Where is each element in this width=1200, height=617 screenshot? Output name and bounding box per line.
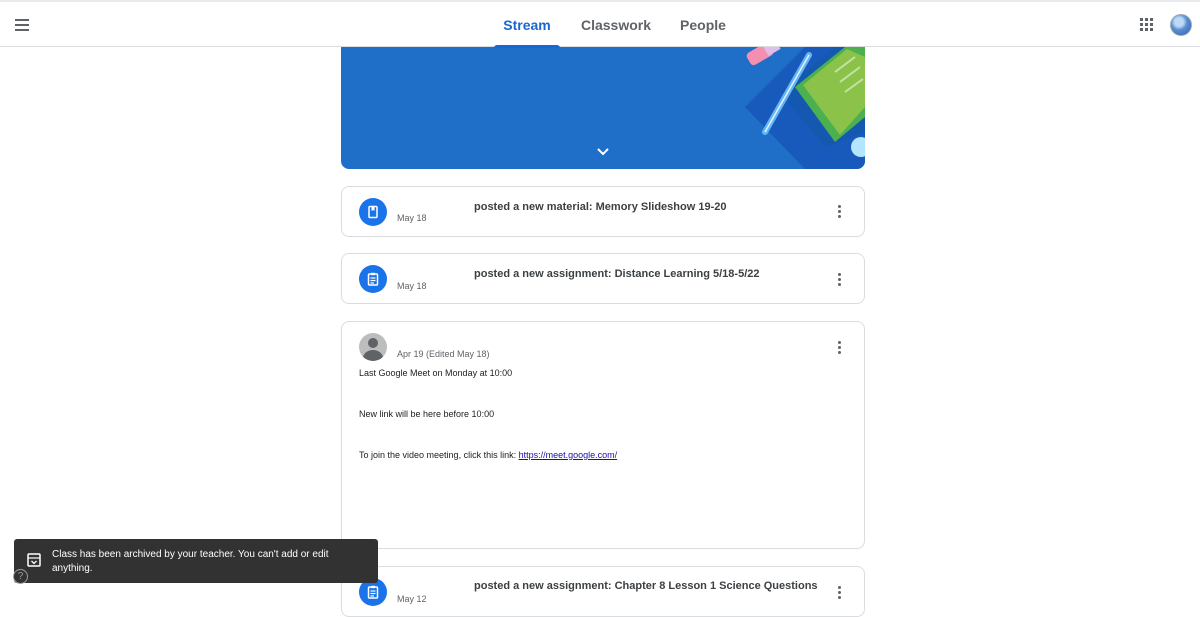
banner-illustration xyxy=(745,47,865,169)
account-avatar[interactable] xyxy=(1170,14,1192,36)
stream-item-date: May 18 xyxy=(397,213,427,223)
material-book-icon xyxy=(359,198,387,226)
snackbar-message: Class has been archived by your teacher.… xyxy=(52,549,329,574)
top-app-bar: Stream Classwork People xyxy=(0,0,1200,48)
more-options-icon[interactable] xyxy=(837,273,843,287)
post-link-prefix: To join the video meeting, click this li… xyxy=(359,450,519,460)
meet-link[interactable]: https://meet.google.com/ xyxy=(519,450,618,460)
stream-item[interactable]: posted a new material: Memory Slideshow … xyxy=(341,186,865,237)
help-icon[interactable]: ? xyxy=(13,569,28,584)
post-text: To join the video meeting, click this li… xyxy=(359,450,617,460)
more-options-icon[interactable] xyxy=(837,586,843,600)
archive-icon xyxy=(27,553,41,567)
google-apps-grid-icon[interactable] xyxy=(1140,18,1154,32)
stream-item-date: May 18 xyxy=(397,281,427,291)
assignment-clipboard-icon xyxy=(359,265,387,293)
post-text: Last Google Meet on Monday at 10:00 xyxy=(359,368,513,378)
stream-item-date: May 12 xyxy=(397,594,427,604)
stream-item-title[interactable]: posted a new material: Memory Slideshow … xyxy=(474,201,726,213)
announcement-post: Apr 19 (Edited May 18) Last Google Meet … xyxy=(341,321,865,549)
more-options-icon[interactable] xyxy=(837,341,843,355)
chevron-down-icon[interactable] xyxy=(592,144,614,160)
post-text: New link will be here before 10:00 xyxy=(359,409,495,419)
more-options-icon[interactable] xyxy=(837,205,843,219)
class-banner xyxy=(341,47,865,169)
tab-classwork[interactable]: Classwork xyxy=(575,2,657,47)
tab-people[interactable]: People xyxy=(672,2,734,47)
archived-snackbar: Class has been archived by your teacher.… xyxy=(14,539,378,583)
stream-item[interactable]: posted a new assignment: Chapter 8 Lesso… xyxy=(341,566,865,617)
post-date: Apr 19 (Edited May 18) xyxy=(397,349,490,359)
avatar xyxy=(359,333,387,361)
stream-item-title[interactable]: posted a new assignment: Distance Learni… xyxy=(474,268,759,280)
stream-item-title[interactable]: posted a new assignment: Chapter 8 Lesso… xyxy=(474,580,818,592)
tab-stream[interactable]: Stream xyxy=(494,2,560,48)
hamburger-menu-icon[interactable] xyxy=(10,13,34,37)
class-tabs: Stream Classwork People xyxy=(494,2,734,48)
stream-item[interactable]: posted a new assignment: Distance Learni… xyxy=(341,253,865,304)
